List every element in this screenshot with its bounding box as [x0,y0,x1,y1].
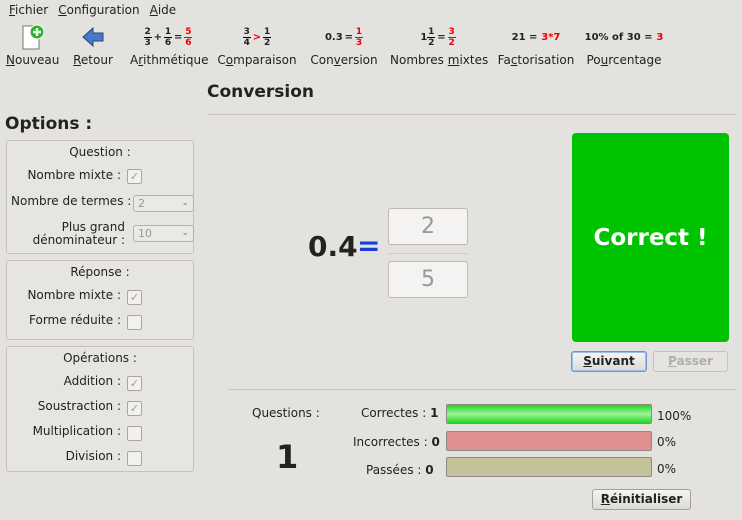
page-title: Conversion [207,82,314,102]
correct-progress-bar [446,404,652,424]
toolbar: Nouveau Retour 23 + 16 = 56 Arithmétique… [0,20,742,70]
chevron-down-icon: ⌄ [181,228,189,238]
question-mixed-checkbox[interactable]: ✓ [127,169,142,184]
stats-separator [228,389,736,390]
next-button[interactable]: Suivant [571,351,647,372]
back-arrow-icon [82,26,104,48]
skipped-progress-bar [446,457,652,477]
comparison-icon: 34 > 12 [242,26,272,48]
decimal-value: 0.4 [308,230,358,263]
denominator-select[interactable]: 10 ⌄ [133,225,194,242]
conversion-icon: 0.3 = 13 [324,26,364,48]
skip-button[interactable]: Passer [653,351,728,372]
incorrect-progress-bar [446,431,652,451]
mixed-numbers-button[interactable]: 1 12 = 32 Nombres mixtes [390,22,488,68]
answer-mixed-checkbox[interactable]: ✓ [127,290,142,305]
factorization-icon: 21 = 3*7 [511,31,561,43]
skipped-percent: 0% [657,462,677,476]
menu-configuration[interactable]: Configuration [53,0,144,20]
factorization-button[interactable]: 21 = 3*7 Factorisation [496,22,576,68]
operations-group-title: Opérations : [63,351,137,365]
answer-group: Réponse : Nombre mixte : ✓ Forme réduite… [6,260,194,340]
division-checkbox[interactable] [127,451,142,466]
fraction-line [388,253,468,254]
answer-group-title: Réponse : [70,265,130,279]
multiplication-checkbox[interactable] [127,426,142,441]
correct-percent: 100% [657,409,692,423]
percentage-icon: 10% of 30 = 3 [584,31,664,43]
numerator-input[interactable]: 2 [388,208,468,245]
questions-count: 1 [276,438,299,476]
percentage-button[interactable]: 10% of 30 = 3 Pourcentage [584,22,664,68]
reset-button[interactable]: Réinitialiser [592,489,691,510]
addition-checkbox[interactable]: ✓ [127,376,142,391]
back-button[interactable]: Retour [70,22,116,68]
conversion-button[interactable]: 0.3 = 13 Conversion [308,22,380,68]
comparison-button[interactable]: 34 > 12 Comparaison [216,22,298,68]
skipped-label: Passées : 0 [366,463,434,477]
incorrect-label: Incorrectes : 0 [353,435,440,449]
correct-progress-fill [447,405,651,423]
menu-aide[interactable]: Aide [145,0,182,20]
questions-label: Questions : [252,406,320,420]
arithmetic-button[interactable]: 23 + 16 = 56 Arithmétique [130,22,209,68]
new-button[interactable]: Nouveau [6,22,59,68]
answer-reduced-checkbox[interactable] [127,315,142,330]
arithmetic-icon: 23 + 16 = 56 [143,26,193,48]
equals-sign: = [357,229,381,262]
title-separator [207,114,737,115]
question-group: Question : Nombre mixte : ✓ Nombre de te… [6,140,194,254]
result-panel: Correct ! [572,133,729,342]
subtraction-checkbox[interactable]: ✓ [127,401,142,416]
menu-bar: Fichier Configuration Aide [0,0,742,20]
incorrect-percent: 0% [657,435,677,449]
chevron-down-icon: ⌄ [181,198,189,208]
terms-select[interactable]: 2 ⌄ [133,195,194,212]
mixed-numbers-icon: 1 12 = 32 [420,26,456,48]
operations-group: Opérations : Addition : ✓ Soustraction :… [6,346,194,472]
denominator-input[interactable]: 5 [388,261,468,298]
options-title: Options : [5,114,93,134]
correct-label: Correctes : 1 [361,406,439,420]
menu-fichier[interactable]: Fichier [4,0,53,20]
new-document-icon [22,24,45,50]
question-group-title: Question : [69,145,131,159]
